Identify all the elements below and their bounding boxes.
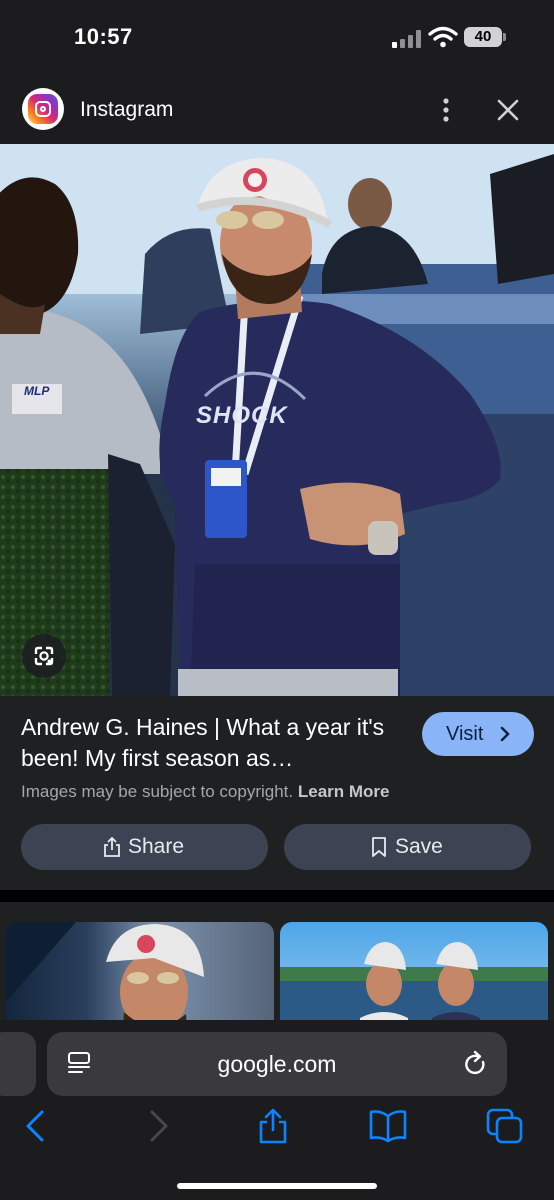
share-sheet-icon[interactable] (256, 1108, 290, 1144)
save-button[interactable]: Save (284, 824, 531, 870)
related-images (0, 902, 554, 1032)
share-button[interactable]: Share (21, 824, 268, 870)
bookmarks-icon[interactable] (368, 1108, 408, 1144)
wifi-icon (428, 26, 458, 48)
source-name: Instagram (80, 98, 174, 121)
back-icon[interactable] (24, 1108, 48, 1144)
google-lens-icon[interactable] (22, 634, 66, 678)
home-indicator (177, 1183, 377, 1189)
address-bar[interactable]: google.com (47, 1032, 507, 1096)
shirt-badge-text: MLP (24, 384, 50, 398)
save-label: Save (395, 835, 443, 858)
visit-button[interactable]: Visit (422, 712, 534, 756)
status-bar: 10:57 40 (0, 0, 554, 72)
forward-icon[interactable] (146, 1108, 170, 1144)
copyright-text: Images may be subject to copyright. (21, 782, 294, 801)
learn-more-link[interactable]: Learn More (298, 782, 390, 801)
url-text: google.com (217, 1051, 337, 1077)
visit-label: Visit (446, 723, 484, 745)
shirt-logo-text: SHOCK (196, 402, 288, 429)
bookmark-icon (372, 837, 386, 857)
previous-tab-edge[interactable] (0, 1032, 36, 1096)
status-time: 10:57 (74, 24, 133, 49)
battery-icon: 40 (464, 27, 502, 47)
chevron-right-icon (500, 726, 510, 742)
related-image-1[interactable] (6, 922, 274, 1032)
close-icon[interactable] (494, 96, 522, 124)
share-label: Share (128, 835, 185, 858)
copyright-notice: Images may be subject to copyright. Lear… (21, 782, 390, 802)
result-image[interactable]: SHOCK MLP (0, 144, 554, 696)
result-title[interactable]: Andrew G. Haines | What a year it's been… (21, 712, 401, 774)
section-divider (0, 890, 554, 902)
reload-icon[interactable] (463, 1050, 489, 1078)
source-header: Instagram (0, 72, 554, 144)
battery-nub (503, 33, 506, 41)
share-icon (104, 837, 120, 857)
related-image-2[interactable] (280, 922, 548, 1032)
result-details: Andrew G. Haines | What a year it's been… (0, 696, 554, 890)
browser-toolbar: google.com (0, 1020, 554, 1200)
more-options-icon[interactable] (432, 98, 460, 122)
cellular-signal-icon (392, 30, 422, 48)
tabs-icon[interactable] (486, 1108, 524, 1144)
instagram-logo-icon (22, 88, 64, 130)
